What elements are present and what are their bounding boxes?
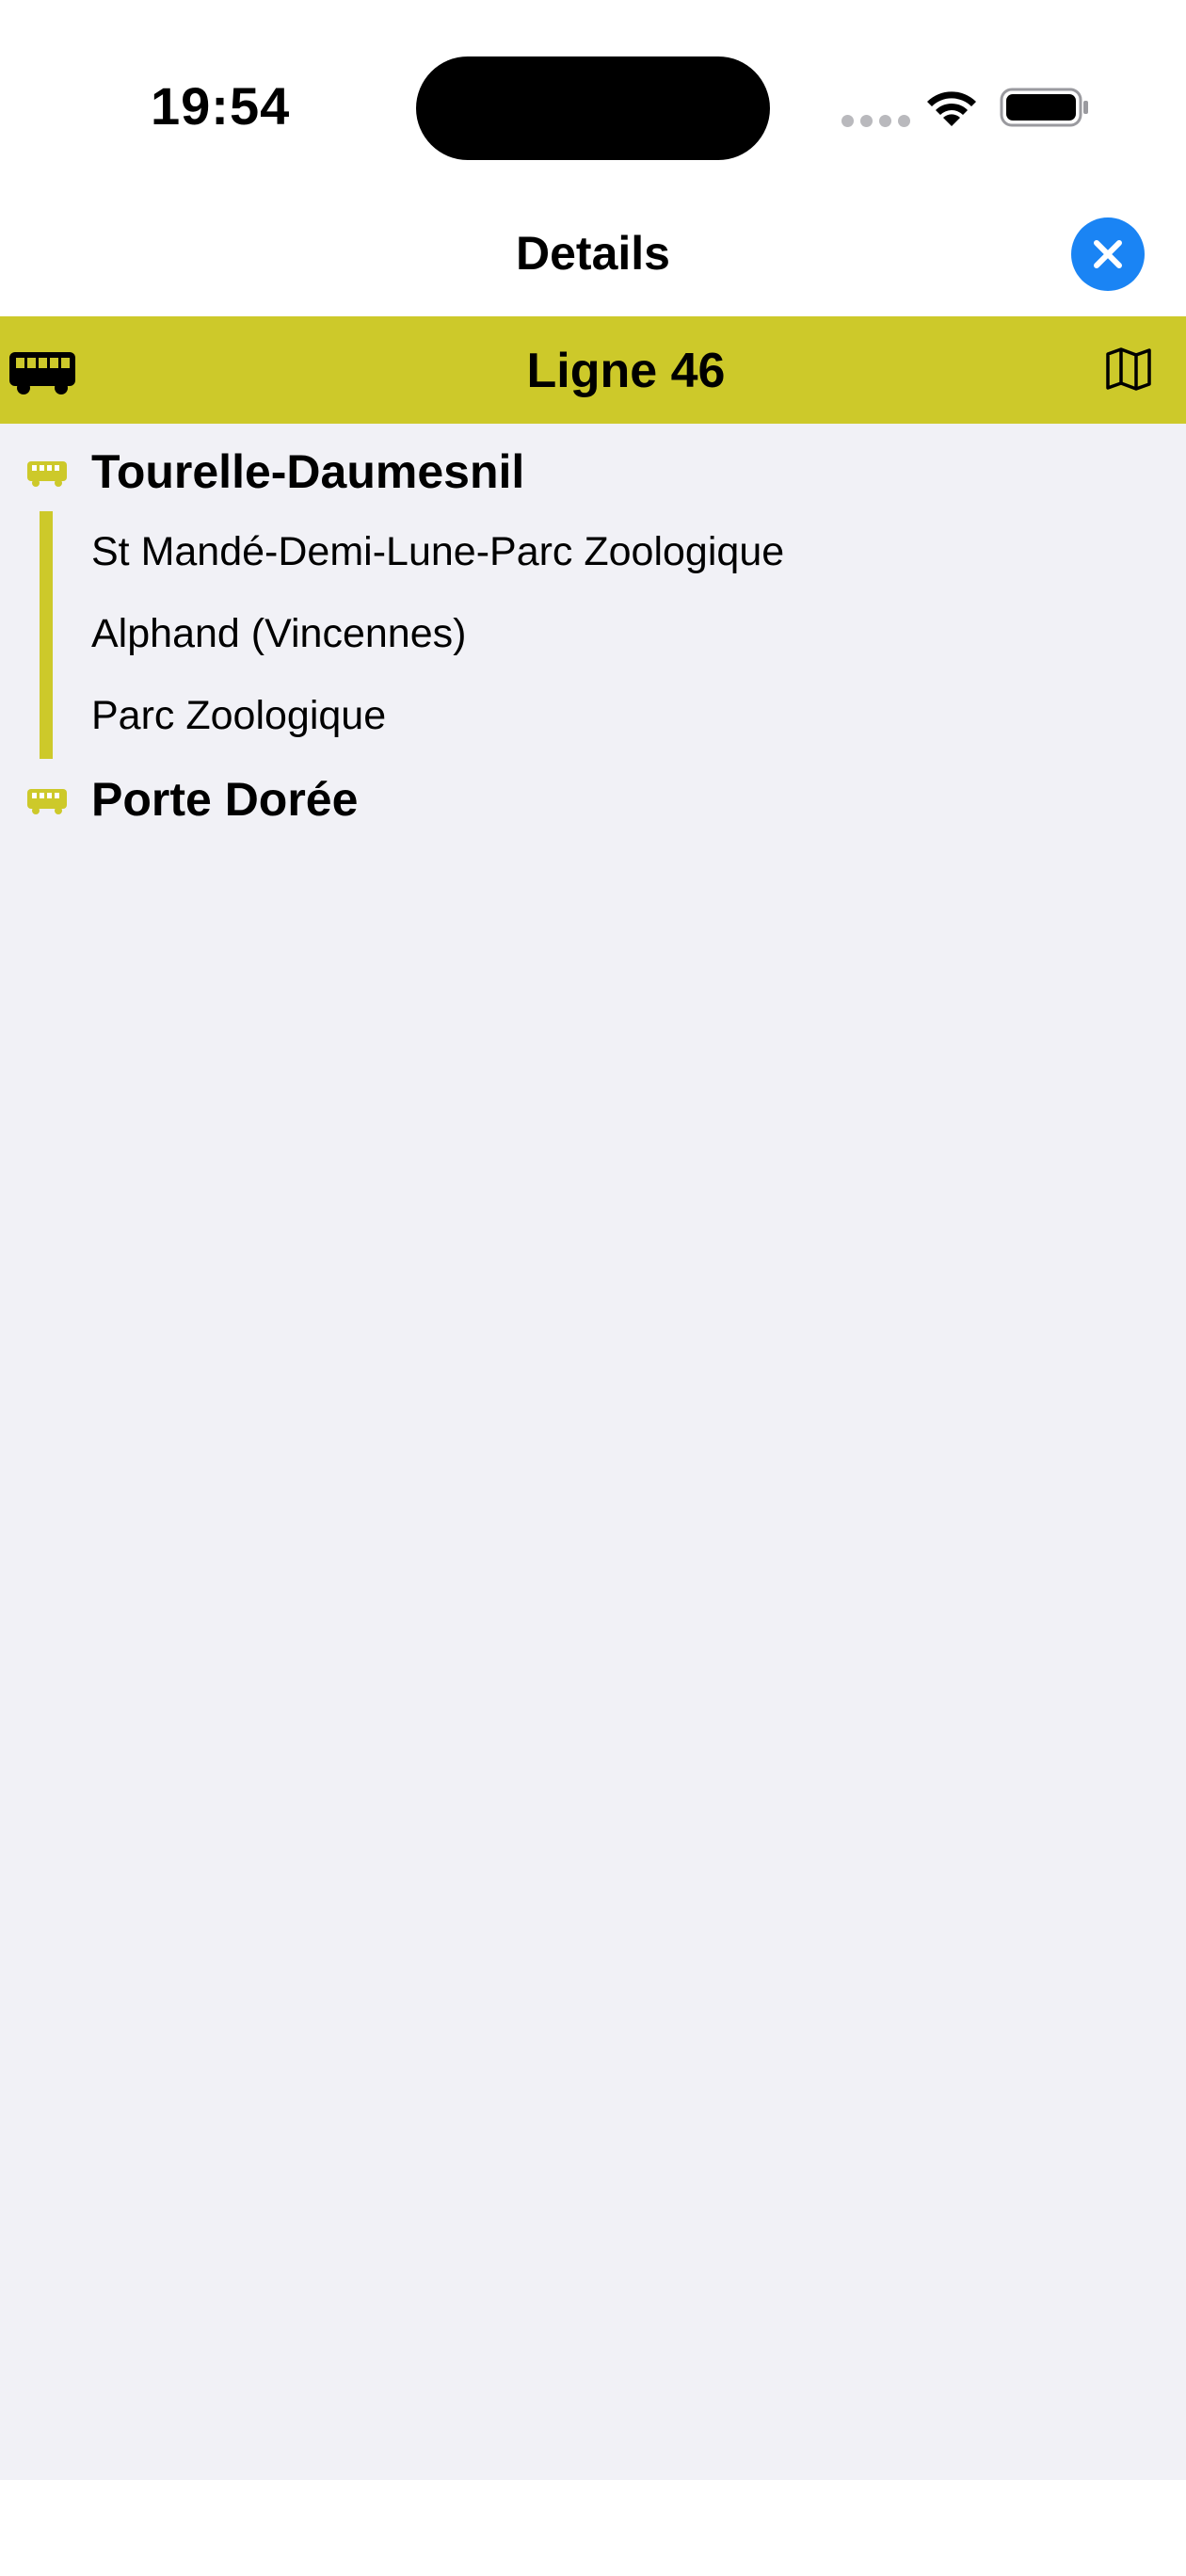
dynamic-island — [416, 56, 770, 160]
map-icon[interactable] — [1105, 346, 1152, 392]
page-title: Details — [516, 227, 670, 280]
origin-stop[interactable]: Tourelle-Daumesnil — [91, 444, 524, 499]
close-icon — [1094, 240, 1122, 268]
bus-stop-icon — [27, 789, 67, 814]
battery-icon — [1000, 88, 1088, 127]
cellular-signal-icon — [841, 115, 910, 127]
status-bar: 19:54 — [0, 0, 1186, 188]
bottom-safe-area — [0, 2480, 1186, 2576]
intermediate-stop[interactable]: Alphand (Vincennes) — [91, 611, 466, 657]
close-button[interactable] — [1071, 217, 1145, 291]
intermediate-stop[interactable]: Parc Zoologique — [91, 693, 386, 739]
status-time: 19:54 — [151, 76, 291, 136]
bus-stop-icon — [27, 461, 67, 487]
destination-stop[interactable]: Porte Dorée — [91, 772, 358, 827]
wifi-icon — [927, 91, 976, 126]
line-title: Ligne 46 — [526, 344, 726, 398]
intermediate-stop[interactable]: St Mandé-Demi-Lune-Parc Zoologique — [91, 529, 784, 575]
route-line — [40, 511, 53, 759]
